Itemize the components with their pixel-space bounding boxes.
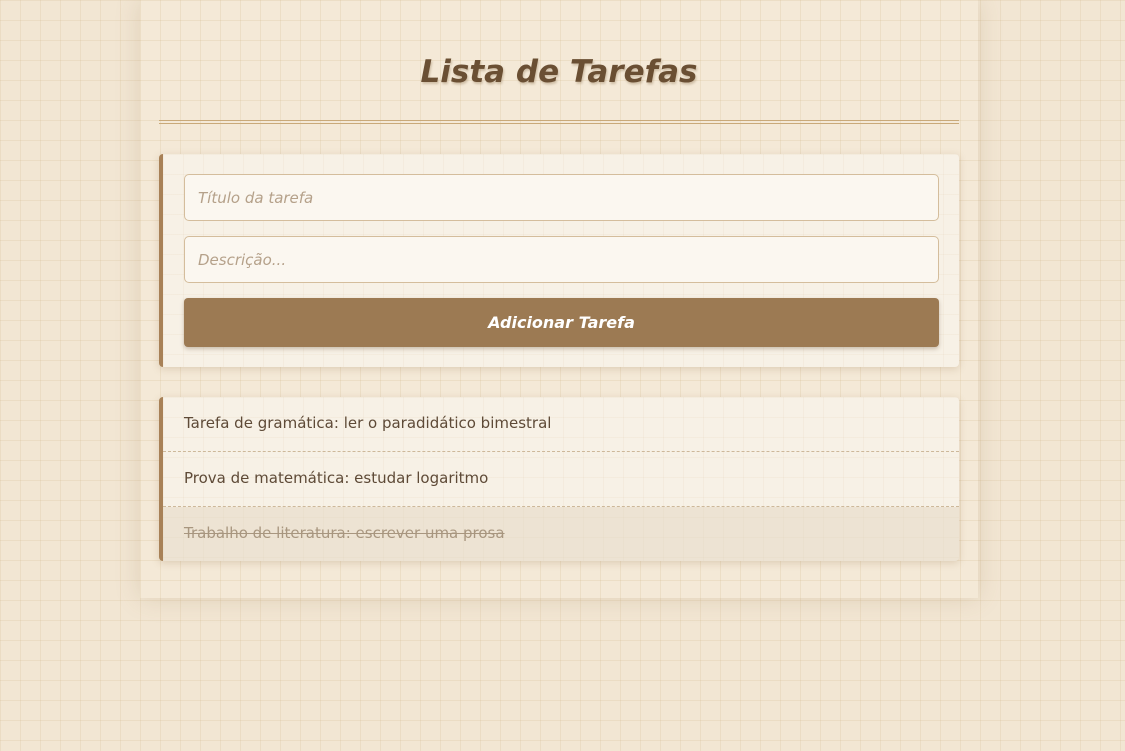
main-panel: Lista de Tarefas Adicionar Tarefa Tarefa… [140, 0, 978, 598]
task-list: Tarefa de gramática: ler o paradidático … [159, 397, 959, 561]
task-description-input[interactable] [184, 236, 939, 283]
title-divider [159, 120, 959, 124]
task-item[interactable]: Tarefa de gramática: ler o paradidático … [163, 397, 959, 452]
add-task-button[interactable]: Adicionar Tarefa [184, 298, 939, 347]
task-form: Adicionar Tarefa [159, 154, 959, 367]
page-title: Lista de Tarefas [420, 54, 698, 90]
task-item-completed[interactable]: Trabalho de literatura: escrever uma pro… [163, 507, 959, 561]
task-item[interactable]: Prova de matemática: estudar logaritmo [163, 452, 959, 507]
task-title-input[interactable] [184, 174, 939, 221]
